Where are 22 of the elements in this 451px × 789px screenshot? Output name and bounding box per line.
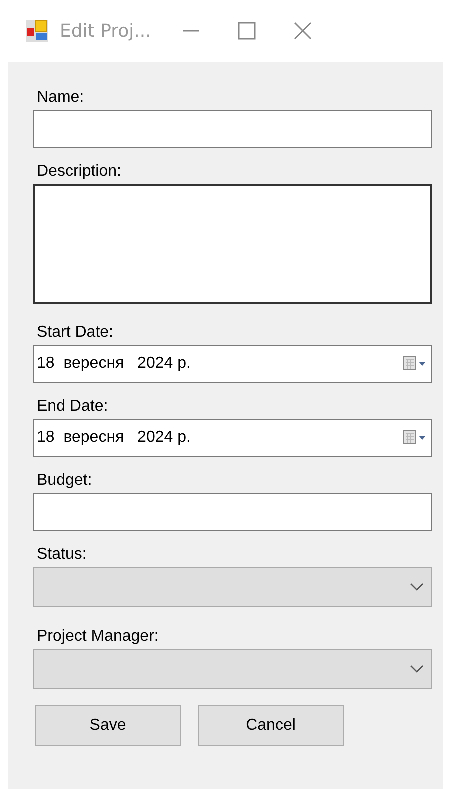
chevron-down-icon bbox=[410, 583, 424, 591]
date-picker[interactable]: 18 вересня 2024 р. bbox=[33, 419, 432, 457]
app-icon bbox=[26, 20, 48, 42]
close-icon[interactable] bbox=[293, 21, 314, 41]
field-label: Name: bbox=[37, 88, 86, 107]
window-title: Edit Proj... bbox=[60, 20, 152, 42]
dialog-button[interactable]: Cancel bbox=[198, 705, 344, 746]
maximize-icon[interactable] bbox=[237, 21, 258, 41]
field-label: Budget: bbox=[37, 471, 94, 490]
text-area[interactable] bbox=[33, 184, 432, 304]
field-label: End Date: bbox=[37, 397, 110, 416]
dialog-button[interactable]: Save bbox=[35, 705, 181, 746]
calendar-icon bbox=[403, 356, 427, 372]
calendar-icon bbox=[403, 430, 427, 446]
field-label: Project Manager: bbox=[37, 627, 160, 646]
date-picker[interactable]: 18 вересня 2024 р. bbox=[33, 345, 432, 383]
field-label: Start Date: bbox=[37, 323, 114, 342]
field-label: Status: bbox=[37, 545, 88, 564]
text-field[interactable] bbox=[33, 493, 432, 531]
text-field[interactable] bbox=[33, 110, 432, 148]
chevron-down-icon bbox=[410, 665, 424, 673]
field-label: Description: bbox=[37, 162, 122, 181]
